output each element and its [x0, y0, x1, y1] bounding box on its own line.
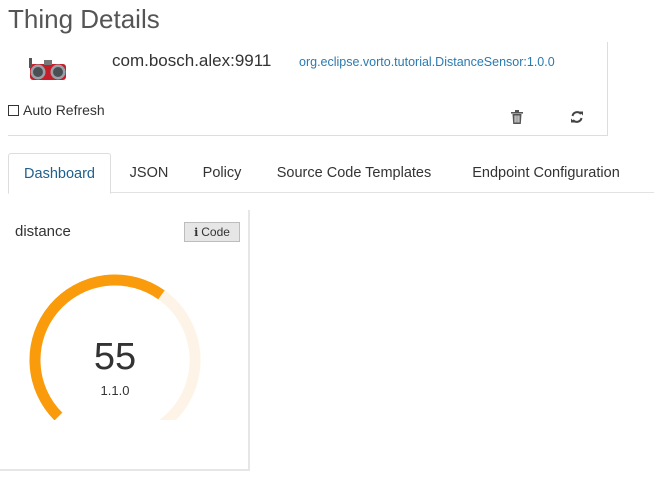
- refresh-button[interactable]: [568, 108, 586, 126]
- tab-source-code-templates[interactable]: Source Code Templates: [266, 153, 442, 193]
- code-button-label: Code: [201, 225, 230, 239]
- thing-model-link[interactable]: org.eclipse.vorto.tutorial.DistanceSenso…: [299, 55, 555, 69]
- widget-title: distance: [15, 223, 71, 240]
- tab-policy[interactable]: Policy: [192, 153, 252, 193]
- gauge-value: 55: [93, 336, 137, 378]
- refresh-icon: [571, 111, 583, 123]
- tab-endpoint-configuration[interactable]: Endpoint Configuration: [458, 153, 634, 193]
- tab-json[interactable]: JSON: [122, 153, 176, 193]
- auto-refresh-checkbox[interactable]: Auto Refresh: [8, 102, 105, 118]
- delete-button[interactable]: [508, 108, 526, 126]
- page-title: Thing Details: [8, 4, 160, 34]
- code-button[interactable]: i Code: [184, 222, 240, 242]
- gauge-version: 1.1.0: [100, 383, 130, 398]
- distance-widget: distance i Code 55 1.1.0: [0, 210, 250, 471]
- auto-refresh-label: Auto Refresh: [23, 102, 105, 118]
- thing-id: com.bosch.alex:9911: [112, 51, 272, 70]
- info-icon: i: [194, 225, 199, 239]
- checkbox-icon[interactable]: [8, 104, 19, 116]
- trash-icon: [511, 110, 523, 124]
- distance-sensor-image: [24, 52, 72, 88]
- tab-bar: Dashboard JSON Policy Source Code Templa…: [8, 153, 654, 194]
- thing-card: com.bosch.alex:9911 org.eclipse.vorto.tu…: [8, 42, 608, 136]
- tab-dashboard[interactable]: Dashboard: [8, 153, 111, 194]
